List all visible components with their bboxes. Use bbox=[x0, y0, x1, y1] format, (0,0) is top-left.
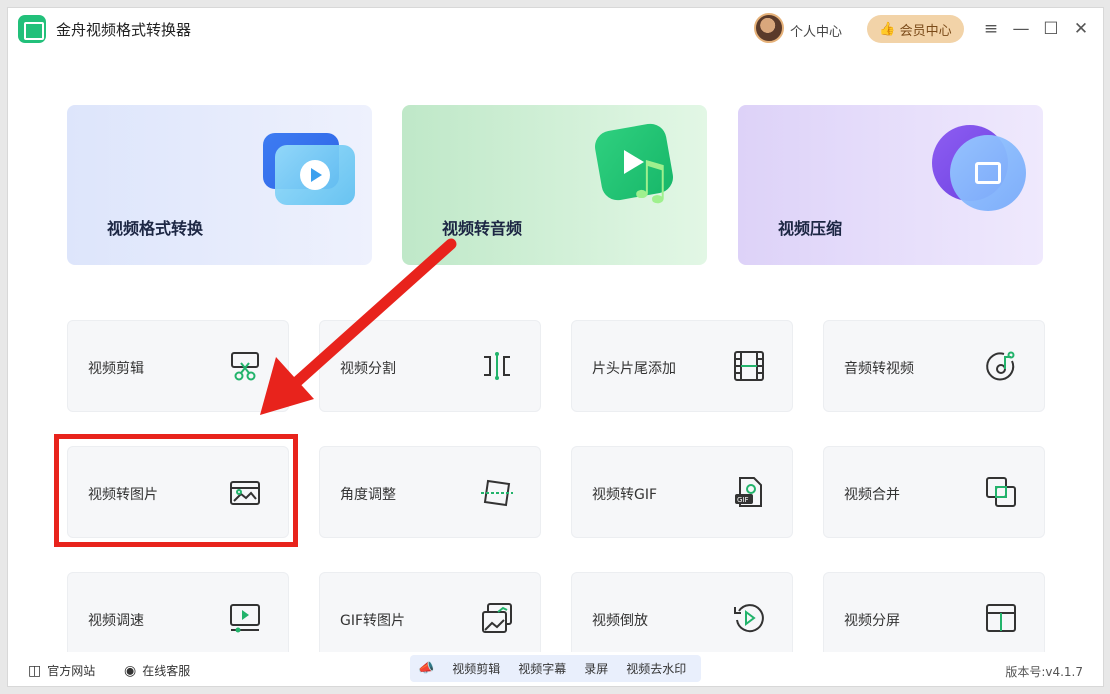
app-logo-icon bbox=[18, 15, 46, 43]
card-video-compress[interactable]: 视频压缩 bbox=[738, 105, 1043, 265]
monitor-icon: ◫ bbox=[28, 662, 42, 679]
footer: ◫ 官方网站 ◉ 在线客服 📣 视频剪辑 视频字幕 录屏 视频去水印 版本号:v… bbox=[8, 652, 1103, 686]
speed-icon bbox=[228, 601, 262, 635]
tool-audio-to-video[interactable]: 音频转视频 bbox=[823, 320, 1045, 412]
menu-icon[interactable]: ≡ bbox=[979, 17, 1003, 41]
tool-label: 视频转图片 bbox=[88, 487, 158, 503]
tool-label: 视频转GIF bbox=[592, 487, 658, 503]
official-website-link[interactable]: ◫ 官方网站 bbox=[28, 662, 95, 679]
user-center-link[interactable]: 个人中心 bbox=[790, 21, 842, 40]
rotate-icon bbox=[480, 475, 514, 509]
close-icon[interactable]: ✕ bbox=[1069, 17, 1093, 41]
promo-screen-record[interactable]: 录屏 bbox=[584, 660, 608, 677]
version-number: v4.1.7 bbox=[1045, 665, 1083, 679]
promo-video-subtitle[interactable]: 视频字幕 bbox=[518, 660, 566, 677]
tool-label: 视频合并 bbox=[844, 487, 900, 503]
title-bar: 金舟视频格式转换器 个人中心 👍 会员中心 ≡ — ☐ ✕ bbox=[8, 8, 1103, 52]
version-label: 版本号: bbox=[1005, 665, 1046, 679]
svg-text:GIF: GIF bbox=[737, 496, 749, 504]
tool-gif-to-image[interactable]: GIF转图片 bbox=[319, 572, 541, 664]
tool-video-edit[interactable]: 视频剪辑 bbox=[67, 320, 289, 412]
user-avatar[interactable] bbox=[754, 13, 784, 43]
promo-remove-watermark[interactable]: 视频去水印 bbox=[626, 660, 686, 677]
tool-video-to-image[interactable]: 视频转图片 bbox=[67, 446, 289, 538]
card-video-to-audio[interactable]: ♫ 视频转音频 bbox=[402, 105, 707, 265]
card-label: 视频转音频 bbox=[442, 219, 523, 238]
split-screen-icon bbox=[984, 601, 1018, 635]
online-service-label: 在线客服 bbox=[142, 664, 191, 678]
tool-label: 片头片尾添加 bbox=[592, 361, 676, 377]
music-disc-icon bbox=[984, 349, 1018, 383]
thumb-up-icon: 👍 bbox=[879, 21, 896, 37]
gif-image-icon bbox=[480, 601, 514, 635]
card-video-format-convert[interactable]: 视频格式转换 bbox=[67, 105, 372, 265]
merge-icon bbox=[984, 475, 1018, 509]
promo-video-edit[interactable]: 视频剪辑 bbox=[452, 660, 500, 677]
version-info: 版本号:v4.1.7 bbox=[1005, 663, 1083, 680]
minimize-icon[interactable]: — bbox=[1009, 17, 1033, 41]
official-website-label: 官方网站 bbox=[47, 664, 96, 678]
app-title: 金舟视频格式转换器 bbox=[56, 21, 192, 39]
online-service-link[interactable]: ◉ 在线客服 bbox=[124, 662, 190, 679]
app-window: 金舟视频格式转换器 个人中心 👍 会员中心 ≡ — ☐ ✕ 视频格式转换 ♫ 视… bbox=[7, 7, 1104, 687]
tool-intro-outro[interactable]: 片头片尾添加 bbox=[571, 320, 793, 412]
tool-label: 音频转视频 bbox=[844, 361, 914, 377]
tool-video-speed[interactable]: 视频调速 bbox=[67, 572, 289, 664]
scissors-icon bbox=[228, 349, 262, 383]
tool-split-screen[interactable]: 视频分屏 bbox=[823, 572, 1045, 664]
tool-label: 视频剪辑 bbox=[88, 361, 144, 377]
split-icon bbox=[480, 349, 514, 383]
tool-video-to-gif[interactable]: 视频转GIF GIF bbox=[571, 446, 793, 538]
tool-label: GIF转图片 bbox=[340, 613, 406, 629]
gif-file-icon: GIF bbox=[732, 475, 766, 509]
promo-bar: 📣 视频剪辑 视频字幕 录屏 视频去水印 bbox=[410, 655, 701, 682]
tool-video-merge[interactable]: 视频合并 bbox=[823, 446, 1045, 538]
music-note-icon: ♫ bbox=[626, 151, 674, 211]
tool-video-reverse[interactable]: 视频倒放 bbox=[571, 572, 793, 664]
headset-icon: ◉ bbox=[124, 662, 137, 679]
tool-angle-adjust[interactable]: 角度调整 bbox=[319, 446, 541, 538]
megaphone-icon: 📣 bbox=[418, 661, 435, 676]
tool-label: 视频调速 bbox=[88, 613, 144, 629]
vip-center-button[interactable]: 👍 会员中心 bbox=[867, 15, 964, 43]
tool-video-split[interactable]: 视频分割 bbox=[319, 320, 541, 412]
maximize-icon[interactable]: ☐ bbox=[1039, 17, 1063, 41]
film-strip-icon bbox=[732, 349, 766, 383]
vip-center-label: 会员中心 bbox=[899, 23, 952, 39]
reverse-icon bbox=[732, 601, 766, 635]
video-play-icon bbox=[275, 145, 355, 205]
image-icon bbox=[228, 475, 262, 509]
tool-label: 角度调整 bbox=[340, 487, 396, 503]
card-label: 视频压缩 bbox=[778, 219, 843, 238]
tool-label: 视频倒放 bbox=[592, 613, 648, 629]
compress-icon bbox=[950, 135, 1026, 211]
tool-label: 视频分屏 bbox=[844, 613, 900, 629]
tool-label: 视频分割 bbox=[340, 361, 396, 377]
card-label: 视频格式转换 bbox=[107, 219, 204, 238]
